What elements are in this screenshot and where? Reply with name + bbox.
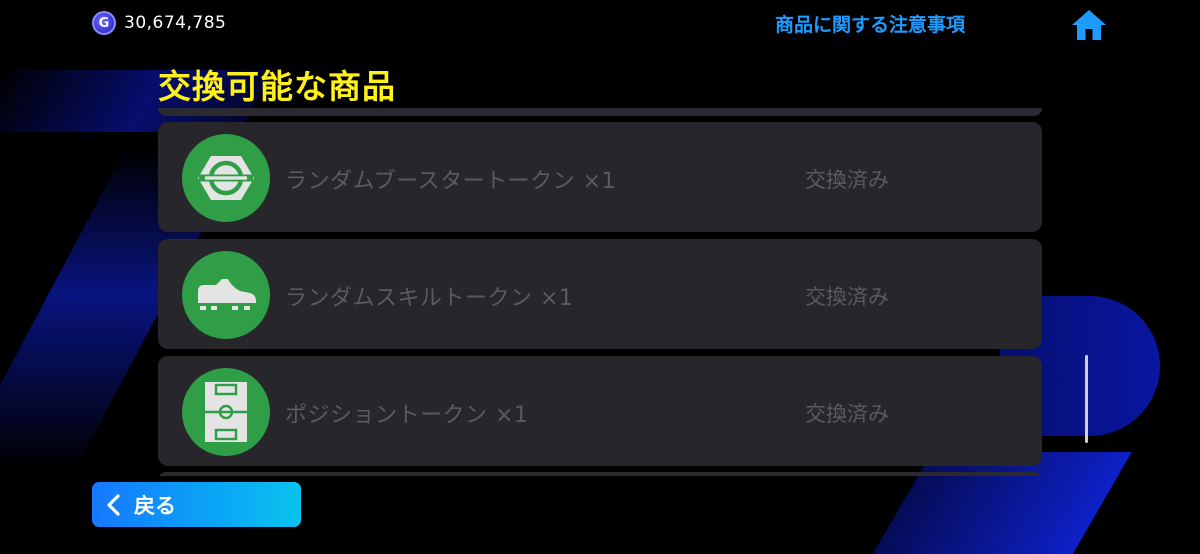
notice-link[interactable]: 商品に関する注意事項 [775, 10, 965, 37]
item-name: ポジショントークン ×1 [285, 403, 529, 428]
coin-balance: G 30,674,785 [92, 9, 226, 37]
item-name: ランダムブースタートークン ×1 [285, 169, 617, 194]
screen: G 30,674,785 商品に関する注意事項 交換可能な商品 ランダムブースタ… [0, 0, 1200, 554]
back-button-label: 戻る [134, 493, 176, 518]
booster-token-icon [182, 134, 270, 222]
back-button[interactable]: 戻る [92, 482, 301, 527]
position-token-icon [182, 368, 270, 456]
list-item[interactable]: ランダムブースタートークン ×1 交換済み [158, 122, 1042, 232]
item-status: 交換済み [805, 168, 889, 192]
item-status: 交換済み [805, 402, 889, 426]
list-item[interactable]: ポジショントークン ×1 交換済み [158, 356, 1042, 466]
coin-amount: 30,674,785 [124, 13, 227, 33]
list-item-partial [158, 472, 1042, 476]
list-item-partial [158, 108, 1042, 116]
list-item[interactable]: ランダムスキルトークン ×1 交換済み [158, 239, 1042, 349]
item-status: 交換済み [805, 285, 889, 309]
item-name: ランダムスキルトークン ×1 [285, 286, 574, 311]
skill-token-icon [182, 251, 270, 339]
chevron-left-icon [107, 493, 120, 516]
scrollbar[interactable] [1085, 355, 1088, 443]
section-title: 交換可能な商品 [158, 67, 396, 106]
coin-icon: G [92, 11, 116, 35]
item-list[interactable]: ランダムブースタートークン ×1 交換済み ランダムスキルトークン ×1 交換済… [158, 108, 1042, 476]
home-button[interactable] [1070, 8, 1108, 42]
home-icon [1072, 10, 1106, 40]
